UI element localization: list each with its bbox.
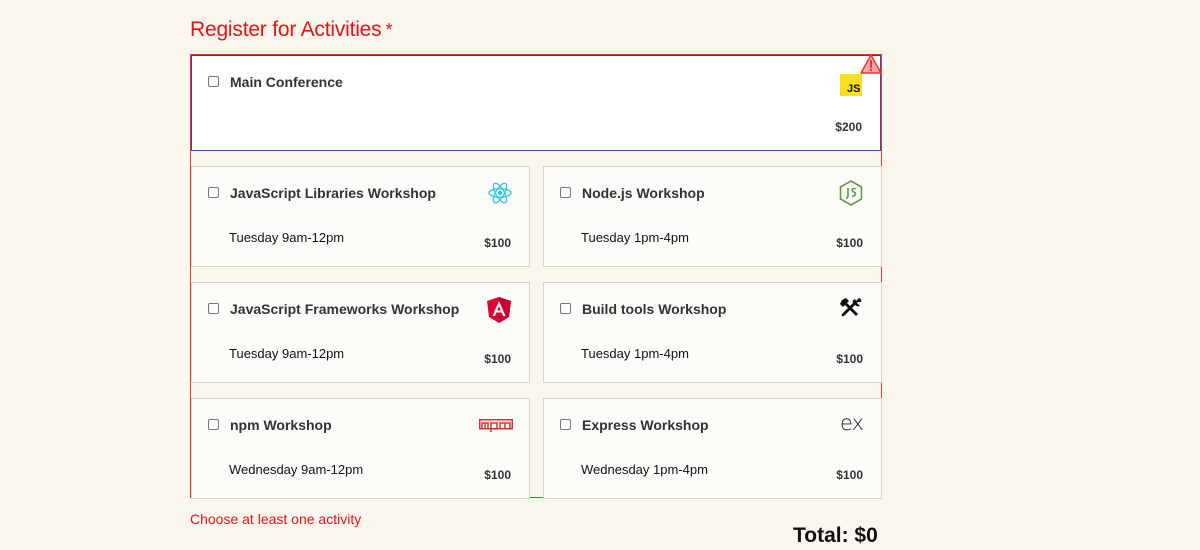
activity-npm[interactable]: npm Workshop Wednesday 9am-12pm $100 <box>191 398 530 499</box>
react-icon <box>488 182 512 204</box>
javascript-icon: JS <box>840 74 862 96</box>
heading-title: Register for Activities <box>190 18 382 42</box>
activity-js-frameworks[interactable]: JavaScript Frameworks Workshop Tuesday 9… <box>191 282 530 383</box>
activity-price: $200 <box>835 120 862 134</box>
js-libraries-checkbox[interactable] <box>208 187 219 198</box>
activity-price: $100 <box>836 352 863 366</box>
activities-fieldset: Main Conference JS $200 JavaScript Libra… <box>190 54 882 499</box>
js-frameworks-checkbox[interactable] <box>208 303 219 314</box>
activity-time: Wednesday 1pm-4pm <box>581 462 708 477</box>
activities-error-message: Choose at least one activity <box>190 511 362 527</box>
build-tools-checkbox[interactable] <box>560 303 571 314</box>
activities-heading: Register for Activities * <box>190 18 392 42</box>
activity-title: JavaScript Libraries Workshop <box>230 185 436 201</box>
nodejs-icon <box>839 180 863 206</box>
npm-checkbox[interactable] <box>208 419 219 430</box>
activity-time: Tuesday 9am-12pm <box>229 346 345 361</box>
activity-time: Tuesday 1pm-4pm <box>581 346 689 361</box>
activity-title: npm Workshop <box>230 417 332 433</box>
js-icon-text: JS <box>847 83 860 95</box>
angular-icon <box>487 297 511 323</box>
express-checkbox[interactable] <box>560 419 571 430</box>
activity-price: $100 <box>484 236 511 250</box>
activity-express[interactable]: Express Workshop ex Wednesday 1pm-4pm $1… <box>543 398 882 499</box>
activity-price: $100 <box>484 468 511 482</box>
npm-icon <box>479 419 513 432</box>
activity-time: Wednesday 9am-12pm <box>229 462 364 477</box>
activity-price: $100 <box>484 352 511 366</box>
activity-title: Build tools Workshop <box>582 301 727 317</box>
activity-main-conference[interactable]: Main Conference JS $200 <box>191 54 882 151</box>
activities-total: Total: $0 <box>793 524 878 547</box>
activity-title: Main Conference <box>230 74 343 90</box>
activity-js-libraries[interactable]: JavaScript Libraries Workshop Tuesday 9a… <box>191 166 530 267</box>
activity-price: $100 <box>836 236 863 250</box>
activity-title: Node.js Workshop <box>582 185 705 201</box>
activity-build-tools[interactable]: Build tools Workshop Tuesday 1pm-4pm $10… <box>543 282 882 383</box>
express-icon: ex <box>840 411 864 435</box>
warning-icon <box>860 54 882 74</box>
activity-time: Tuesday 1pm-4pm <box>581 230 689 245</box>
required-mark: * <box>385 20 393 41</box>
activity-nodejs[interactable]: Node.js Workshop Tuesday 1pm-4pm $100 <box>543 166 882 267</box>
main-conference-checkbox[interactable] <box>208 76 219 87</box>
activity-price: $100 <box>836 468 863 482</box>
activity-title: JavaScript Frameworks Workshop <box>230 301 460 317</box>
nodejs-checkbox[interactable] <box>560 187 571 198</box>
activity-title: Express Workshop <box>582 417 709 433</box>
activity-time: Tuesday 9am-12pm <box>229 230 345 245</box>
tools-icon <box>840 298 862 317</box>
